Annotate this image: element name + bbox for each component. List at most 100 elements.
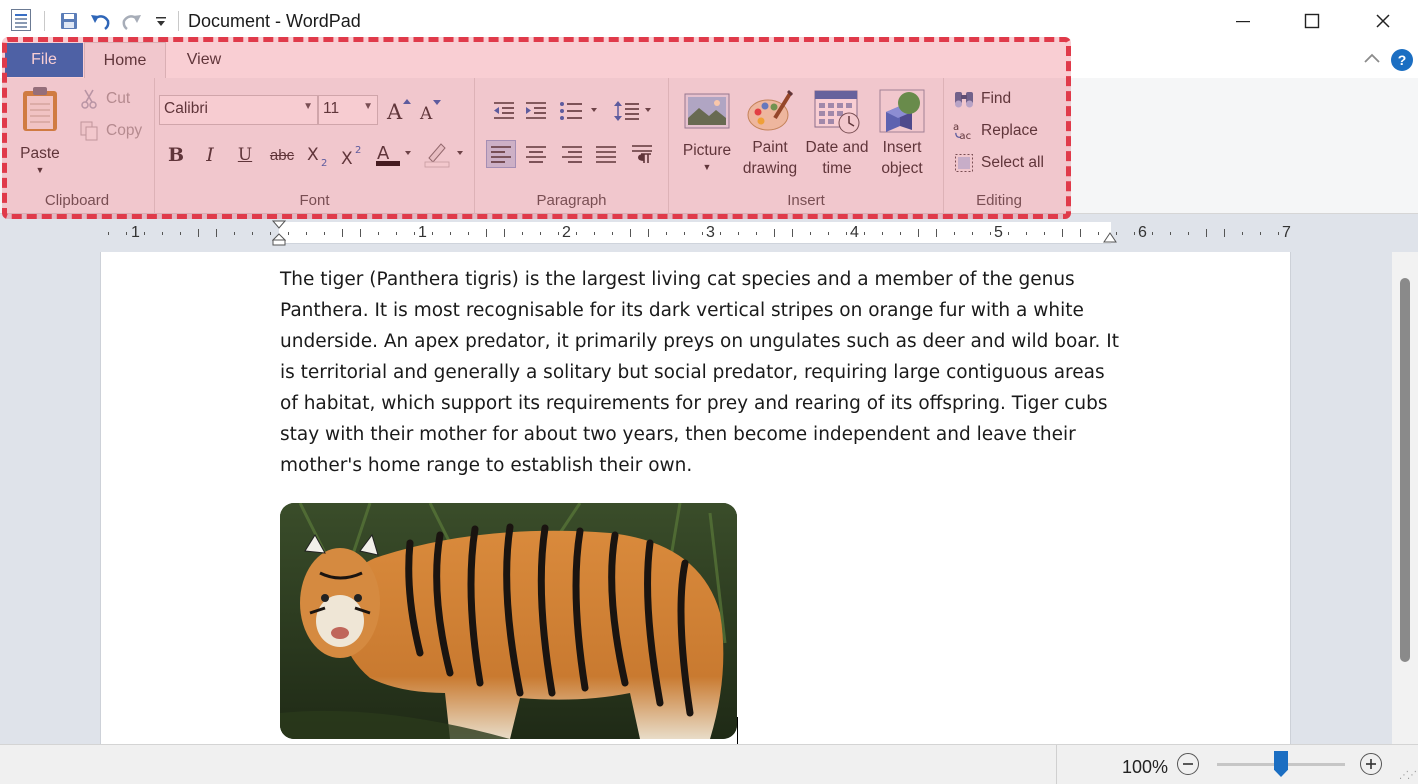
select-all-button[interactable]: Select all	[953, 152, 1044, 174]
svg-text:a: a	[953, 122, 959, 133]
ruler-tick	[972, 232, 973, 235]
scrollbar-thumb[interactable]	[1400, 278, 1410, 662]
paste-dropdown-icon[interactable]: ▼	[36, 164, 45, 176]
ruler-tick	[432, 232, 433, 235]
ruler-tick	[918, 229, 919, 237]
increase-indent-button[interactable]	[521, 97, 551, 125]
editing-group-label: Editing	[976, 192, 1022, 209]
ruler-tick	[126, 232, 127, 235]
line-spacing-button[interactable]	[613, 97, 657, 125]
copy-button[interactable]: Copy	[78, 120, 142, 142]
bold-button[interactable]: B	[161, 141, 191, 169]
insert-object-button[interactable]: Insert object	[871, 88, 933, 179]
paint-palette-icon	[747, 90, 793, 131]
collapse-ribbon-icon[interactable]	[1364, 50, 1380, 68]
customize-qat-icon[interactable]	[150, 9, 172, 33]
insert-object-icon	[879, 89, 925, 133]
binoculars-icon	[953, 88, 975, 110]
paragraph-settings-button[interactable]	[627, 140, 657, 168]
grow-font-button[interactable]: A	[384, 96, 414, 124]
ruler-tick	[1260, 232, 1261, 235]
ruler-tick	[234, 232, 235, 235]
help-icon[interactable]: ?	[1391, 49, 1413, 71]
font-size-value: 11	[323, 100, 340, 117]
font-size-select[interactable]: 11 ▼	[318, 95, 378, 125]
vertical-scrollbar[interactable]	[1392, 252, 1418, 744]
bullet-list-button[interactable]	[558, 97, 602, 125]
align-center-button[interactable]	[521, 140, 551, 168]
decrease-indent-button[interactable]	[489, 97, 519, 125]
date-time-button[interactable]: Date and time	[803, 88, 871, 179]
minimize-button[interactable]	[1210, 0, 1276, 42]
ruler-tick	[378, 232, 379, 235]
ruler-tick	[1044, 232, 1045, 235]
save-icon[interactable]	[58, 9, 80, 33]
undo-icon[interactable]	[89, 9, 111, 33]
horizontal-ruler[interactable]: 1 1 2 3 4 5 6 7	[100, 220, 1291, 246]
superscript-button[interactable]: X2	[338, 141, 368, 169]
justify-button[interactable]	[591, 140, 621, 168]
scissors-icon	[78, 88, 100, 110]
right-indent-marker-icon[interactable]	[1103, 232, 1117, 244]
maximize-button[interactable]	[1279, 0, 1345, 42]
clipboard-group-label: Clipboard	[44, 192, 110, 209]
tab-view[interactable]: View	[168, 42, 240, 78]
bold-icon: B	[167, 144, 185, 166]
ruler-tick	[270, 232, 271, 235]
replace-button[interactable]: a ac Replace	[953, 120, 1038, 142]
indent-marker-icon[interactable]	[272, 220, 286, 246]
tiger-image[interactable]	[280, 503, 737, 739]
strikethrough-button[interactable]: abc	[267, 141, 297, 169]
find-label: Find	[981, 90, 1012, 107]
picture-button[interactable]: Picture ▼	[679, 90, 735, 173]
italic-icon: I	[206, 144, 214, 166]
subscript-button[interactable]: X2	[304, 141, 334, 169]
tab-home[interactable]: Home	[84, 42, 166, 78]
ruler-tick	[468, 232, 469, 235]
qat-separator	[44, 11, 45, 31]
ruler-tick	[792, 229, 793, 237]
ruler-tick	[900, 232, 901, 235]
highlight-color-button[interactable]	[423, 140, 467, 168]
ruler-tick	[882, 232, 883, 235]
tab-file[interactable]: File	[5, 43, 83, 77]
cut-button[interactable]: Cut	[78, 88, 130, 110]
zoom-in-button[interactable]	[1360, 753, 1382, 775]
redo-icon[interactable]	[121, 9, 143, 33]
zoom-out-button[interactable]	[1177, 753, 1199, 775]
paste-label: Paste	[20, 145, 60, 162]
zoom-slider-thumb[interactable]	[1274, 751, 1288, 777]
font-family-select[interactable]: Calibri ▼	[159, 95, 318, 125]
svg-text:2: 2	[355, 145, 361, 156]
shrink-font-button[interactable]: A	[416, 96, 446, 124]
clipboard-icon	[23, 87, 57, 131]
underline-button[interactable]: U	[230, 141, 260, 169]
ruler-tick	[666, 232, 667, 235]
ruler-tick	[1206, 229, 1207, 237]
paint-drawing-button[interactable]: Paint drawing	[739, 88, 801, 179]
font-family-value: Calibri	[164, 100, 208, 117]
font-group: Calibri ▼ 11 ▼ A A B I U abc X2 X2 A Fon…	[155, 78, 475, 214]
close-button[interactable]	[1350, 0, 1416, 42]
wordpad-app-icon[interactable]	[11, 9, 31, 31]
text-color-button[interactable]: A	[374, 140, 414, 168]
increase-indent-icon	[526, 102, 546, 119]
document-page[interactable]: The tiger (Panthera tigris) is the large…	[100, 252, 1291, 744]
ruler-tick	[396, 232, 397, 235]
select-all-label: Select all	[981, 154, 1044, 171]
italic-button[interactable]: I	[195, 141, 225, 169]
resize-grip-icon[interactable]: ⋰⋰	[1399, 770, 1417, 781]
ruler-tick	[1188, 232, 1189, 235]
ruler-tick	[450, 232, 451, 235]
underline-icon: U	[237, 145, 253, 165]
align-right-button[interactable]	[557, 140, 587, 168]
picture-dropdown-icon[interactable]: ▼	[703, 161, 712, 173]
find-button[interactable]: Find	[953, 88, 1011, 110]
document-paragraph[interactable]: The tiger (Panthera tigris) is the large…	[280, 264, 1120, 481]
align-left-button[interactable]	[486, 140, 516, 168]
decrease-indent-icon	[494, 102, 514, 119]
highlighter-icon	[424, 143, 463, 168]
paste-button[interactable]: Paste ▼	[14, 86, 66, 176]
subscript-icon: X2	[307, 145, 327, 167]
ruler-tick	[144, 232, 145, 235]
